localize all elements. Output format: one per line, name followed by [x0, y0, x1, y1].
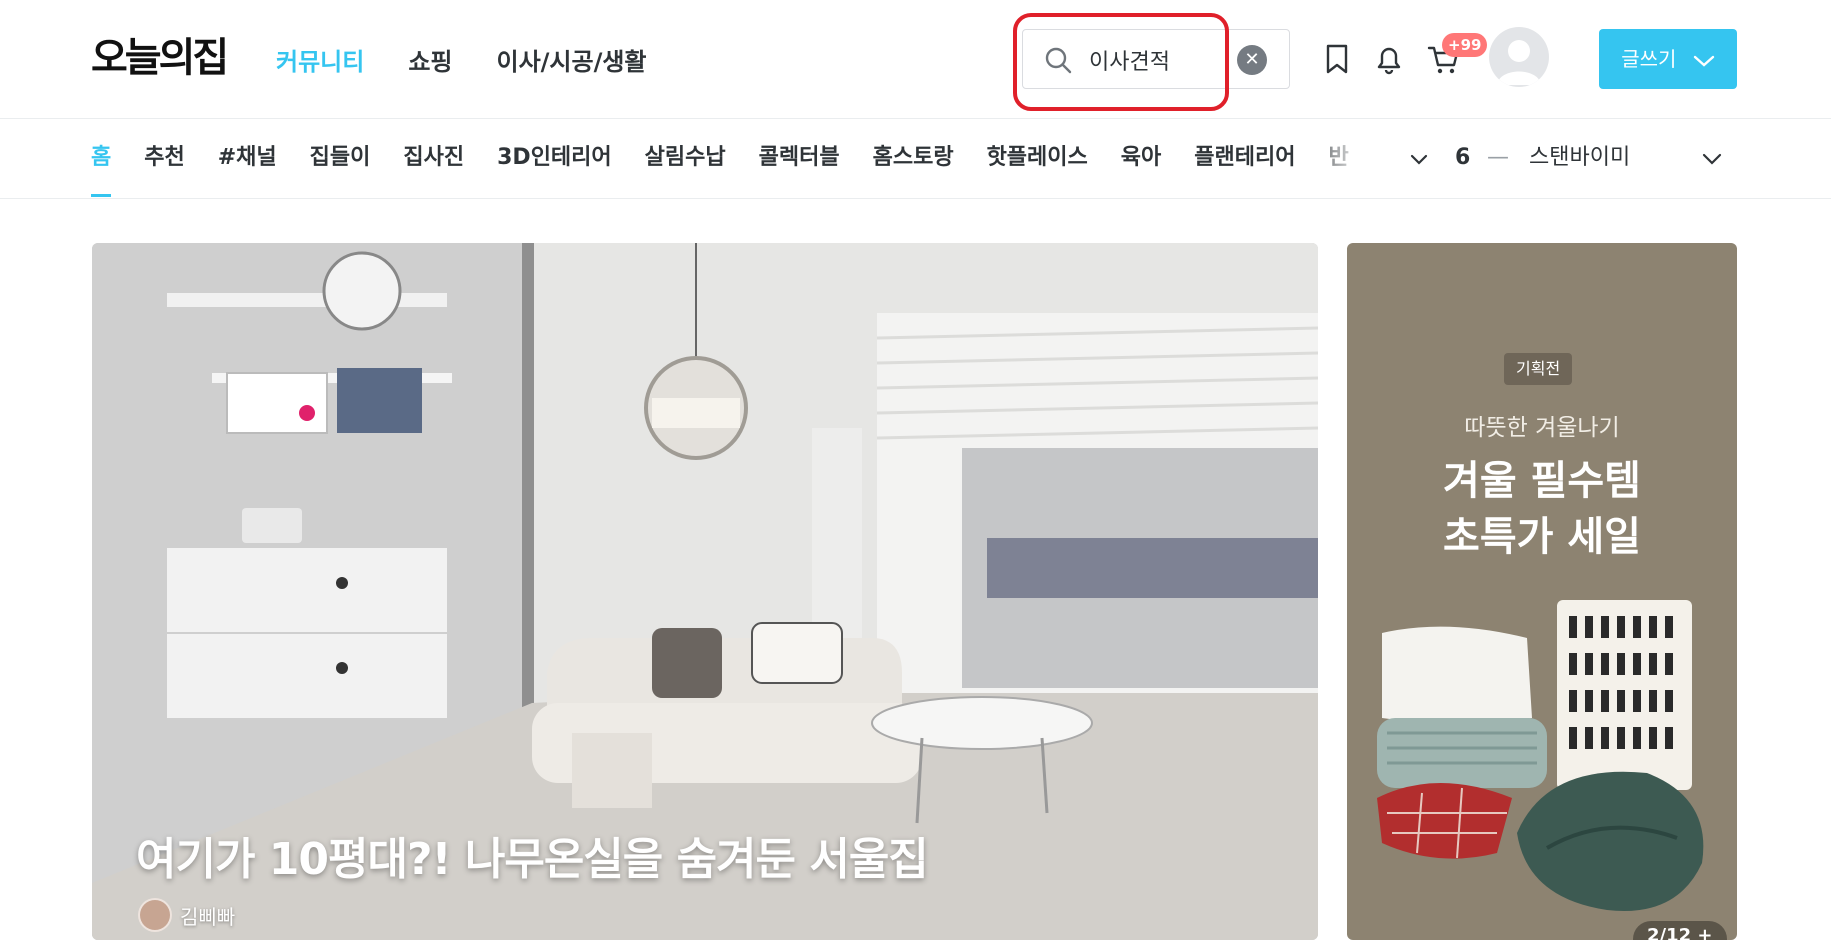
- write-button[interactable]: 글쓰기: [1599, 29, 1737, 89]
- promo-tag: 기획전: [1504, 353, 1573, 385]
- author-name: 김삐빠: [180, 904, 236, 929]
- tab-collectible[interactable]: 콜렉터블: [759, 119, 840, 199]
- tab-storage[interactable]: 살림수납: [645, 119, 726, 199]
- chevron-down-icon[interactable]: [1697, 144, 1727, 174]
- user-icon: [1497, 40, 1541, 85]
- author-avatar: [138, 898, 172, 932]
- chevron-down-icon[interactable]: [1404, 144, 1434, 174]
- search-input[interactable]: [1087, 40, 1227, 80]
- bell-icon[interactable]: [1370, 40, 1408, 78]
- bedding-product-image: [1377, 600, 1704, 912]
- ranking-change: —: [1487, 145, 1509, 170]
- main-nav: 커뮤니티 쇼핑 이사/시공/생활: [276, 42, 647, 82]
- chevron-down-icon: [1693, 55, 1714, 67]
- tab-house-photos[interactable]: 집사진: [403, 119, 464, 199]
- search-icon: [1045, 47, 1072, 74]
- promo-subtitle: 따뜻한 겨울나기: [1464, 415, 1620, 441]
- sub-nav-fade: [1300, 119, 1410, 197]
- nav-shopping[interactable]: 쇼핑: [408, 42, 452, 82]
- popular-search-ranking[interactable]: 6 — 스탠바이미: [1455, 119, 1630, 197]
- close-icon: ✕: [1244, 49, 1260, 70]
- promo-banner[interactable]: 기획전 따뜻한 겨울나기 겨울 필수템 초특가 세일 2/12 +: [1347, 243, 1737, 940]
- top-header: 오늘의집 커뮤니티 쇼핑 이사/시공/생활 ✕ +99 글쓰기: [0, 0, 1831, 119]
- write-button-label: 글쓰기: [1621, 47, 1677, 71]
- featured-post-author[interactable]: 김삐빠: [138, 898, 235, 932]
- sub-nav-items: 홈 추천 #채널 집들이 집사진 3D인테리어 살림수납 콜렉터블 홈스토랑 핫…: [91, 119, 1371, 199]
- community-sub-nav: 홈 추천 #채널 집들이 집사진 3D인테리어 살림수납 콜렉터블 홈스토랑 핫…: [0, 119, 1831, 199]
- clear-search-button[interactable]: ✕: [1237, 45, 1267, 75]
- featured-post-card[interactable]: 여기가 10평대?! 나무온실을 숨겨둔 서울집 김삐빠: [92, 243, 1318, 940]
- avatar[interactable]: [1489, 27, 1549, 87]
- tab-house-tour[interactable]: 집들이: [310, 119, 371, 199]
- promo-pagination[interactable]: 2/12 +: [1633, 921, 1727, 940]
- tab-channel[interactable]: #채널: [218, 119, 277, 199]
- tab-recommend[interactable]: 추천: [144, 119, 184, 199]
- tab-hot-places[interactable]: 핫플레이스: [987, 119, 1088, 199]
- cart-count-badge: +99: [1442, 33, 1488, 57]
- bookmark-icon[interactable]: [1318, 40, 1356, 78]
- tab-planterior[interactable]: 플랜테리어: [1194, 119, 1295, 199]
- tab-homestaurant[interactable]: 홈스토랑: [873, 119, 954, 199]
- tab-3d-interior[interactable]: 3D인테리어: [497, 119, 612, 199]
- featured-post-title[interactable]: 여기가 10평대?! 나무온실을 숨겨둔 서울집: [136, 823, 929, 887]
- search-box[interactable]: ✕: [1022, 29, 1290, 89]
- tab-parenting[interactable]: 육아: [1121, 119, 1161, 199]
- ranking-term: 스탠바이미: [1529, 145, 1631, 170]
- logo[interactable]: 오늘의집: [91, 33, 229, 83]
- nav-community[interactable]: 커뮤니티: [276, 42, 364, 82]
- nav-moving-services[interactable]: 이사/시공/생활: [497, 42, 647, 82]
- promo-title: 겨울 필수템 초특가 세일: [1443, 458, 1641, 560]
- tab-home[interactable]: 홈: [91, 119, 112, 199]
- ranking-number: 6: [1455, 145, 1471, 170]
